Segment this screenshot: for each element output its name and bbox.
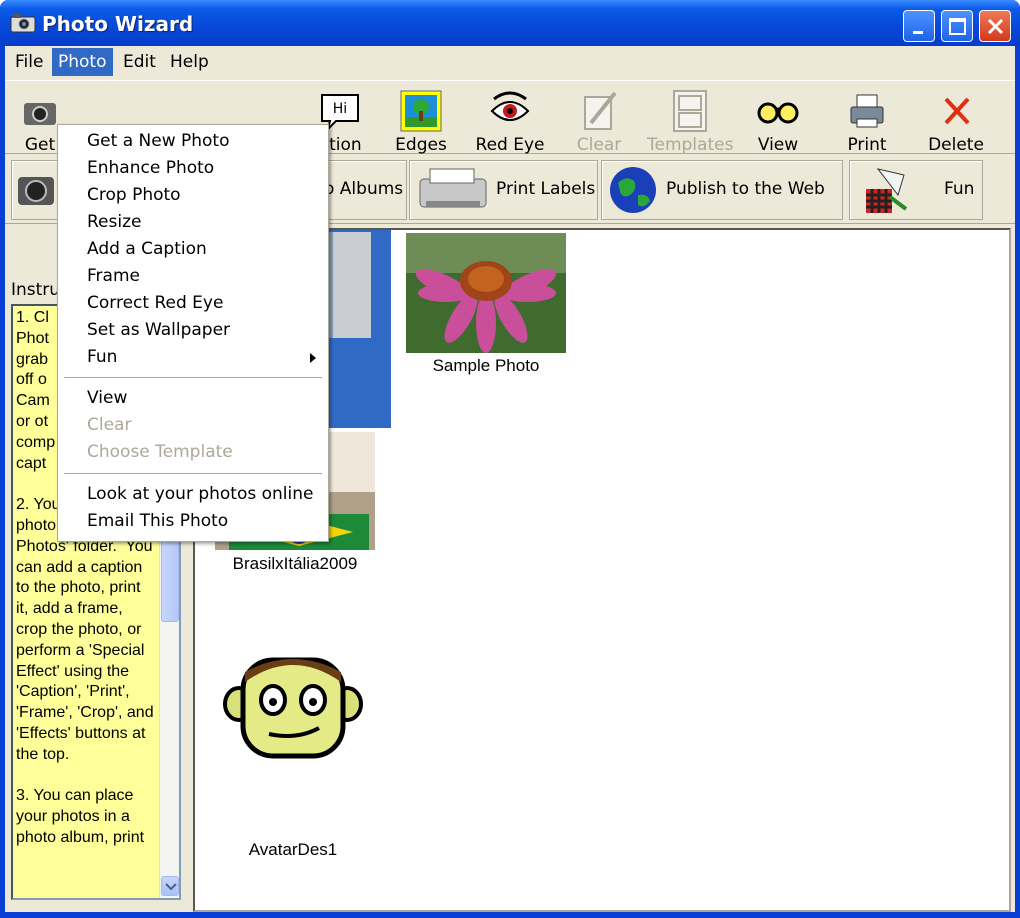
edges-label: Edges	[395, 135, 447, 155]
menu-item-correct-red-eye[interactable]: Correct Red Eye	[58, 290, 328, 317]
camera-link-button[interactable]	[11, 160, 61, 220]
menu-item-crop-photo[interactable]: Crop Photo	[58, 182, 328, 209]
window-title: Photo Wizard	[42, 12, 194, 36]
scroll-down-button[interactable]	[161, 876, 179, 896]
instructions-label: Instru	[11, 280, 61, 300]
chevron-down-icon	[165, 883, 177, 891]
app-window: Photo Wizard File Photo Edit Help Get Hi…	[0, 0, 1020, 918]
clear-button[interactable]: Clear	[556, 85, 642, 155]
menu-help[interactable]: Help	[164, 48, 215, 76]
delete-x-icon	[944, 97, 970, 125]
minimize-icon	[913, 31, 923, 34]
fun-label: Fun	[944, 179, 975, 199]
menu-item-photos-online[interactable]: Look at your photos online	[58, 481, 328, 508]
menu-bar: File Photo Edit Help	[5, 46, 1015, 78]
client-area: File Photo Edit Help Get Hi ption Edges …	[5, 46, 1015, 912]
view-button[interactable]: View	[735, 85, 821, 155]
photo-thumbnail-sample[interactable]: Sample Photo	[403, 230, 603, 390]
title-bar[interactable]: Photo Wizard	[0, 0, 1020, 46]
templates-label: Templates	[647, 135, 734, 155]
menu-file[interactable]: File	[9, 48, 49, 76]
delete-button[interactable]: Delete	[913, 85, 999, 155]
print-label: Print	[847, 135, 887, 155]
edges-picture-icon	[400, 90, 442, 132]
photo-thumbnail-avatar[interactable]: AvatarDes1	[213, 650, 413, 859]
print-button[interactable]: Print	[824, 85, 910, 155]
templates-button[interactable]: Templates	[647, 85, 734, 155]
maximize-button[interactable]	[941, 10, 973, 42]
menu-separator	[64, 377, 322, 379]
photo-caption: AvatarDes1	[248, 840, 338, 859]
albums-label: o Albums	[324, 179, 404, 199]
clear-eraser-icon	[584, 91, 617, 130]
menu-item-enhance-photo[interactable]: Enhance Photo	[58, 155, 328, 182]
red-eye-label: Red Eye	[475, 135, 545, 155]
photo-caption: BrasilxItália2009	[232, 554, 358, 573]
menu-item-fun[interactable]: Fun	[58, 344, 328, 371]
camera-app-icon	[10, 14, 36, 33]
menu-item-email-photo[interactable]: Email This Photo	[58, 508, 328, 535]
red-eye-icon	[490, 91, 530, 121]
menu-item-choose-template[interactable]: Choose Template	[58, 439, 328, 466]
templates-icon	[673, 90, 707, 132]
avatar-photo	[223, 657, 363, 759]
fun-button[interactable]: Fun	[849, 160, 983, 220]
camera-icon	[24, 103, 56, 125]
camera-icon	[18, 177, 54, 205]
menu-item-set-wallpaper[interactable]: Set as Wallpaper	[58, 317, 328, 344]
menu-edit[interactable]: Edit	[117, 48, 162, 76]
glasses-icon	[757, 102, 799, 124]
photo-caption: Sample Photo	[432, 356, 540, 375]
fun-icon	[866, 168, 908, 213]
globe-icon	[610, 167, 656, 213]
menu-item-get-new-photo[interactable]: Get a New Photo	[58, 128, 328, 155]
delete-label: Delete	[928, 135, 984, 155]
red-eye-button[interactable]: Red Eye	[467, 85, 553, 155]
menu-item-frame[interactable]: Frame	[58, 263, 328, 290]
close-icon	[987, 18, 1004, 35]
menu-item-fun-label: Fun	[87, 347, 118, 367]
close-button[interactable]	[979, 10, 1011, 42]
edges-button[interactable]: Edges	[378, 85, 464, 155]
caption-bubble-text: Hi	[333, 101, 347, 117]
print-labels-label: Print Labels	[496, 179, 596, 199]
maximize-icon	[949, 18, 966, 35]
view-label: View	[757, 135, 799, 155]
printer-icon	[850, 94, 884, 128]
label-printer-icon	[419, 168, 487, 208]
minimize-button[interactable]	[903, 10, 935, 42]
menu-item-add-caption[interactable]: Add a Caption	[58, 236, 328, 263]
menu-item-view[interactable]: View	[58, 385, 328, 412]
publish-web-button[interactable]: Publish to the Web	[601, 160, 843, 220]
publish-web-label: Publish to the Web	[666, 179, 825, 199]
submenu-arrow-icon	[310, 353, 316, 363]
menu-photo[interactable]: Photo	[52, 48, 113, 76]
menu-item-resize[interactable]: Resize	[58, 209, 328, 236]
flower-photo	[406, 233, 566, 353]
menu-separator	[64, 473, 322, 475]
clear-label: Clear	[576, 135, 622, 155]
photo-menu-dropdown: Get a New Photo Enhance Photo Crop Photo…	[57, 124, 329, 542]
menu-item-clear[interactable]: Clear	[58, 412, 328, 439]
print-labels-button[interactable]: Print Labels	[409, 160, 598, 220]
